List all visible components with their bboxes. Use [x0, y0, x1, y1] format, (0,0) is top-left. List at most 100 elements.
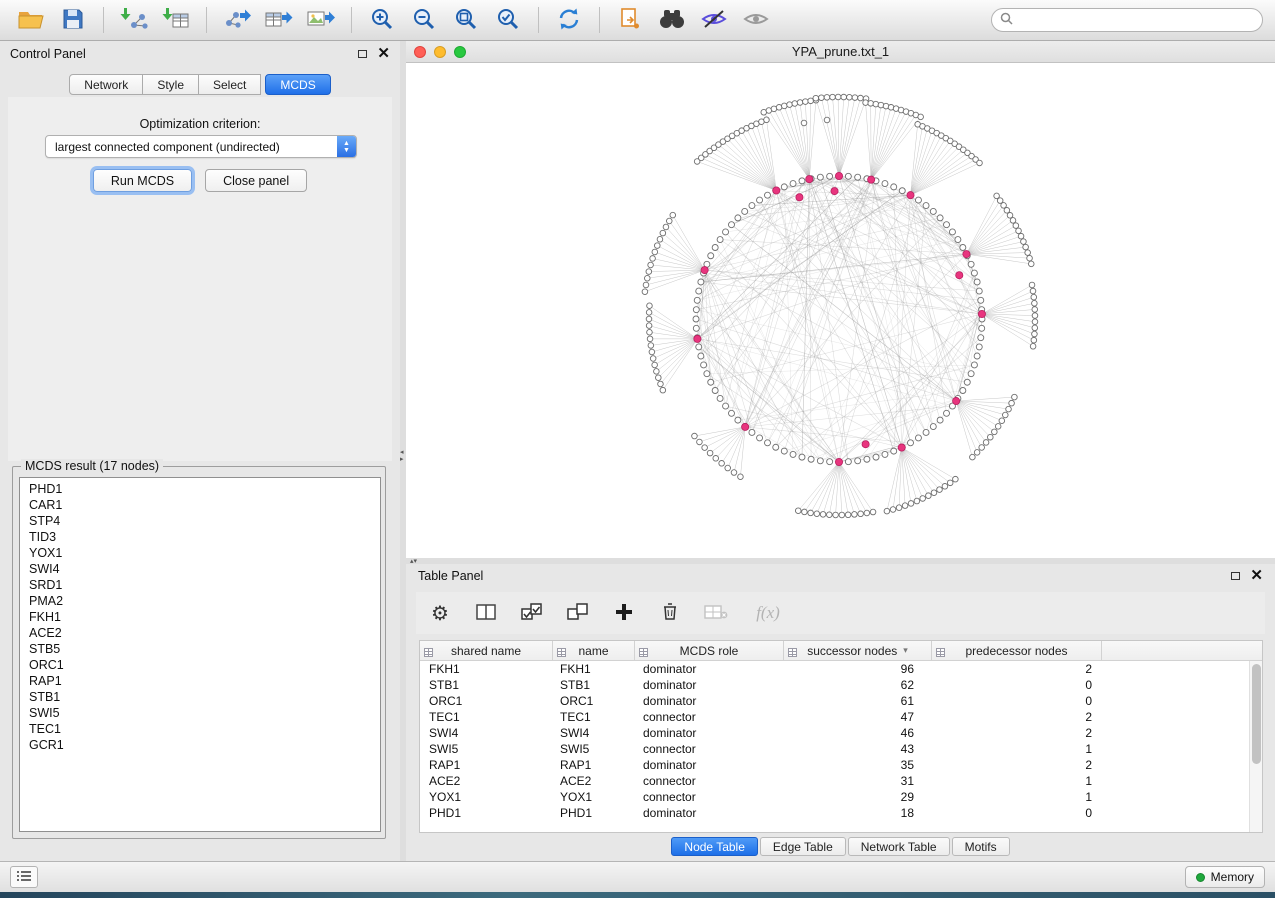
leaf-node[interactable] [1031, 294, 1037, 300]
leaf-node[interactable] [852, 95, 858, 101]
leaf-node[interactable] [781, 103, 787, 109]
network-node[interactable] [698, 353, 704, 359]
column-header-successor-nodes[interactable]: successor nodes▾ [784, 641, 932, 660]
network-node[interactable] [960, 388, 966, 394]
leaf-node[interactable] [908, 501, 914, 507]
leaf-node[interactable] [813, 95, 819, 101]
tab-select[interactable]: Select [198, 74, 261, 95]
mcds-hub-node[interactable] [868, 176, 875, 183]
leaf-node[interactable] [1032, 300, 1038, 306]
leaf-node[interactable] [819, 95, 825, 101]
network-node[interactable] [827, 173, 833, 179]
leaf-node[interactable] [670, 212, 676, 218]
leaf-node[interactable] [845, 512, 851, 518]
column-header-name[interactable]: name [553, 641, 635, 660]
mcds-result-item[interactable]: RAP1 [20, 673, 380, 689]
network-node[interactable] [891, 448, 897, 454]
mcds-hub-node[interactable] [907, 192, 914, 199]
table-row[interactable]: YOX1YOX1connector291 [420, 789, 1249, 805]
leaf-node[interactable] [646, 269, 652, 275]
tab-network[interactable]: Network [69, 74, 143, 95]
network-node[interactable] [930, 424, 936, 430]
network-node[interactable] [971, 270, 977, 276]
leaf-node[interactable] [858, 511, 864, 517]
leaf-node[interactable] [649, 349, 655, 355]
leaf-node[interactable] [1030, 343, 1036, 349]
mcds-result-item[interactable]: STP4 [20, 513, 380, 529]
leaf-node[interactable] [873, 101, 879, 107]
mcds-result-item[interactable]: ORC1 [20, 657, 380, 673]
leaf-node[interactable] [1031, 337, 1037, 343]
leaf-node[interactable] [731, 470, 737, 476]
leaf-node[interactable] [646, 316, 652, 322]
network-node[interactable] [964, 379, 970, 385]
network-node[interactable] [708, 379, 714, 385]
mcds-hub-node[interactable] [956, 272, 963, 279]
close-panel-icon[interactable]: ✕ [1250, 571, 1263, 581]
network-node[interactable] [968, 261, 974, 267]
leaf-node[interactable] [658, 381, 664, 387]
network-node[interactable] [944, 222, 950, 228]
mcds-hub-node[interactable] [773, 187, 780, 194]
leaf-node[interactable] [926, 493, 932, 499]
leaf-node[interactable] [648, 343, 654, 349]
leaf-node[interactable] [657, 236, 663, 242]
network-node[interactable] [765, 192, 771, 198]
hide-selected-button[interactable] [695, 4, 733, 36]
network-node[interactable] [693, 316, 699, 322]
network-node[interactable] [704, 371, 710, 377]
network-node[interactable] [728, 222, 734, 228]
tab-node-table[interactable]: Node Table [671, 837, 758, 856]
mcds-result-item[interactable]: YOX1 [20, 545, 380, 561]
leaf-node[interactable] [1027, 255, 1033, 261]
network-node[interactable] [891, 184, 897, 190]
leaf-node[interactable] [1023, 244, 1029, 250]
network-node[interactable] [693, 325, 699, 331]
network-node[interactable] [808, 456, 814, 462]
network-node[interactable] [873, 454, 879, 460]
network-node[interactable] [908, 440, 914, 446]
leaf-node[interactable] [1016, 228, 1022, 234]
network-titlebar[interactable]: YPA_prune.txt_1 [406, 41, 1275, 63]
mcds-hub-node[interactable] [694, 335, 701, 342]
leaf-node[interactable] [1010, 218, 1016, 224]
zoom-selected-button[interactable] [489, 4, 527, 36]
network-node[interactable] [817, 458, 823, 464]
mcds-result-item[interactable]: PMA2 [20, 593, 380, 609]
delete-row-button[interactable] [658, 601, 682, 625]
export-image-button[interactable] [302, 4, 340, 36]
network-node[interactable] [712, 388, 718, 394]
mcds-hub-node[interactable] [701, 266, 708, 273]
mcds-result-item[interactable]: STB1 [20, 689, 380, 705]
network-node[interactable] [817, 174, 823, 180]
column-header-predecessor-nodes[interactable]: predecessor nodes [932, 641, 1102, 660]
refresh-button[interactable] [550, 4, 588, 36]
table-row[interactable]: SWI4SWI4dominator462 [420, 725, 1249, 741]
leaf-node[interactable] [890, 507, 896, 513]
network-node[interactable] [790, 451, 796, 457]
mcds-result-item[interactable]: SWI5 [20, 705, 380, 721]
leaf-node[interactable] [902, 503, 908, 509]
close-panel-icon[interactable]: ✕ [377, 49, 390, 59]
leaf-node[interactable] [647, 303, 653, 309]
mcds-result-item[interactable]: STB5 [20, 641, 380, 657]
mcds-hub-node[interactable] [898, 444, 905, 451]
mcds-result-item[interactable]: SRD1 [20, 577, 380, 593]
mcds-hub-node[interactable] [831, 187, 838, 194]
leaf-node[interactable] [725, 465, 731, 471]
splitter-collapse-icon[interactable]: ◂▸ [400, 449, 404, 463]
network-node[interactable] [864, 456, 870, 462]
leaf-node[interactable] [646, 323, 652, 329]
leaf-node[interactable] [1029, 282, 1035, 288]
close-panel-button[interactable]: Close panel [205, 169, 307, 192]
leaf-node[interactable] [697, 439, 703, 445]
leaf-node[interactable] [1009, 400, 1015, 406]
deselect-all-button[interactable] [566, 601, 590, 625]
leaf-node[interactable] [863, 100, 869, 106]
leaf-node[interactable] [655, 375, 661, 381]
network-node[interactable] [882, 181, 888, 187]
leaf-node[interactable] [830, 94, 836, 100]
column-header-shared-name[interactable]: shared name [420, 641, 553, 660]
network-node[interactable] [696, 344, 702, 350]
leaf-node[interactable] [1032, 307, 1038, 313]
